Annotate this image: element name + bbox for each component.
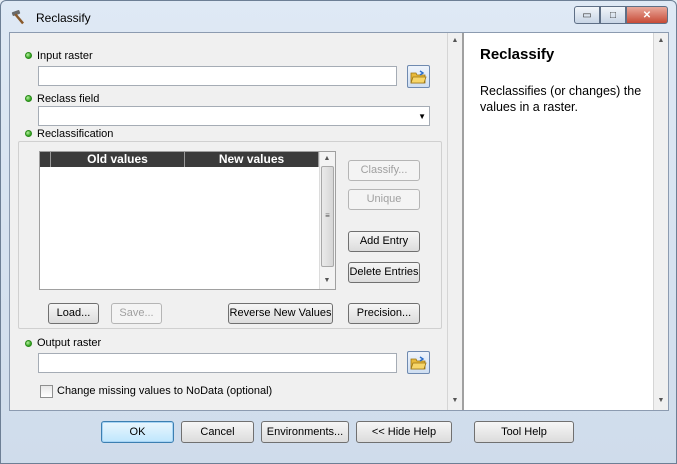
old-values-header[interactable]: Old values	[51, 152, 185, 167]
output-raster-field[interactable]	[38, 353, 397, 373]
scroll-thumb[interactable]: ≡	[321, 166, 334, 267]
help-pane: Reclassify Reclassifies (or changes) the…	[464, 33, 653, 410]
reclassification-table[interactable]: Old values New values ▲ ≡ ▼	[39, 151, 336, 290]
scroll-down-icon[interactable]: ▼	[654, 395, 668, 407]
hide-help-button[interactable]: << Hide Help	[356, 421, 452, 443]
delete-entries-button[interactable]: Delete Entries	[348, 262, 420, 283]
input-raster-field[interactable]	[38, 66, 397, 86]
save-button[interactable]: Save...	[111, 303, 162, 324]
dialog-client-area: Input raster Reclass field ▼ Reclassific…	[9, 32, 669, 411]
help-scrollbar[interactable]: ▲ ▼	[653, 33, 668, 410]
chevron-down-icon[interactable]: ▼	[418, 112, 426, 121]
output-raster-browse-button[interactable]	[407, 351, 430, 374]
open-folder-icon	[410, 355, 427, 369]
help-description: Reclassifies (or changes) the values in …	[480, 84, 642, 114]
input-raster-label: Input raster	[37, 50, 93, 62]
classify-button[interactable]: Classify...	[348, 160, 420, 181]
precision-button[interactable]: Precision...	[348, 303, 420, 324]
window-title: Reclassify	[36, 11, 91, 25]
ok-button[interactable]: OK	[101, 421, 174, 443]
required-indicator	[25, 52, 32, 59]
cancel-button[interactable]: Cancel	[181, 421, 254, 443]
hammer-icon	[11, 10, 25, 25]
maximize-button[interactable]: □	[600, 6, 626, 24]
required-indicator	[25, 340, 32, 347]
output-raster-label: Output raster	[37, 337, 102, 349]
load-button[interactable]: Load...	[48, 303, 99, 324]
input-raster-browse-button[interactable]	[407, 65, 430, 88]
missing-values-checkbox[interactable]	[40, 385, 53, 398]
required-indicator	[25, 130, 32, 137]
scroll-down-icon[interactable]: ▼	[448, 395, 462, 407]
new-values-header[interactable]: New values	[185, 152, 319, 167]
scroll-down-icon[interactable]: ▼	[320, 275, 334, 287]
scroll-up-icon[interactable]: ▲	[320, 153, 334, 165]
unique-button[interactable]: Unique	[348, 189, 420, 210]
caption-buttons: ▭ □ ✕	[574, 6, 668, 24]
open-folder-icon	[410, 69, 427, 83]
add-entry-button[interactable]: Add Entry	[348, 231, 420, 252]
parameters-pane: Input raster Reclass field ▼ Reclassific…	[10, 33, 447, 410]
row-header-corner	[40, 152, 51, 167]
reclass-field-combo[interactable]: ▼	[38, 106, 430, 126]
close-button[interactable]: ✕	[626, 6, 668, 24]
environments-button[interactable]: Environments...	[261, 421, 349, 443]
reclassification-label: Reclassification	[37, 128, 114, 140]
scroll-up-icon[interactable]: ▲	[654, 35, 668, 47]
required-indicator	[25, 95, 32, 102]
table-scrollbar[interactable]: ▲ ≡ ▼	[319, 152, 335, 289]
help-title: Reclassify	[480, 46, 555, 63]
parameters-scrollbar[interactable]: ▲ ▼	[447, 33, 462, 410]
reclassify-dialog: Reclassify ▭ □ ✕ Input raster Reclass fi…	[0, 0, 677, 464]
tool-help-button[interactable]: Tool Help	[474, 421, 574, 443]
table-header: Old values New values	[40, 152, 319, 167]
reclass-field-label: Reclass field	[37, 93, 100, 105]
title-bar[interactable]: Reclassify ▭ □ ✕	[1, 1, 676, 33]
minimize-button[interactable]: ▭	[574, 6, 600, 24]
missing-values-label: Change missing values to NoData (optiona…	[57, 385, 273, 397]
scroll-up-icon[interactable]: ▲	[448, 35, 462, 47]
reverse-new-values-button[interactable]: Reverse New Values	[228, 303, 333, 324]
